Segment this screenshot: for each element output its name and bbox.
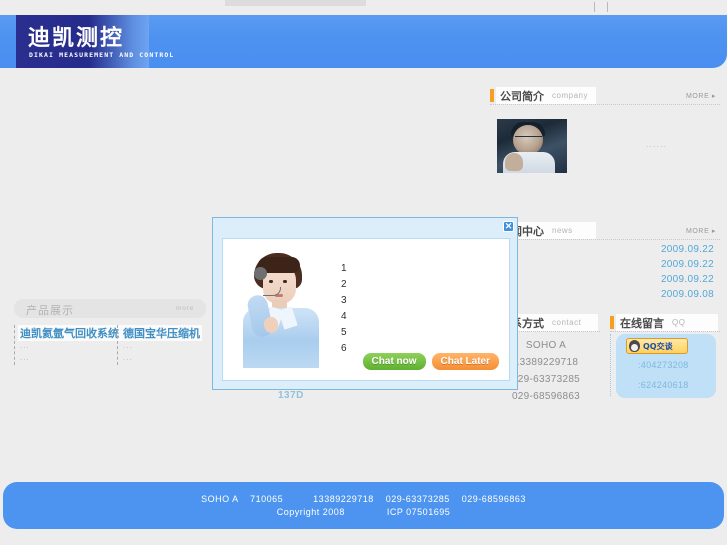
glasses-icon <box>515 136 542 142</box>
agent-eye-left <box>269 280 273 283</box>
product-sub-2: ... <box>123 353 133 362</box>
news-item[interactable]: 2009.09.22 <box>490 243 720 258</box>
chat-invite-dialog: ✕ 1 2 3 4 5 6 Chat now Chat Later <box>212 217 518 390</box>
chat-now-button[interactable]: Chat now <box>362 353 426 370</box>
top-separator-tick-1 <box>594 2 595 12</box>
news-title-en: news <box>552 226 573 235</box>
news-more-link[interactable]: MORE ▸ <box>686 227 716 235</box>
qq-penguin-icon <box>629 340 640 352</box>
footer-copyright-line: Copyright 2008 ICP 07501695 <box>276 507 451 517</box>
product-divider <box>14 325 15 365</box>
company-body-text: ...... <box>646 139 668 149</box>
qq-number-1[interactable]: :404273208 <box>638 360 689 370</box>
section-accent-bar <box>490 89 494 102</box>
product-section-title: 产品展示 <box>26 304 74 317</box>
site-footer: SOHO A 710065 13389229718 029-63373285 0… <box>3 482 724 529</box>
product-more-link[interactable]: more <box>176 305 194 312</box>
section-accent-bar <box>610 316 614 329</box>
qq-chat-button[interactable]: QQ交谈 <box>626 338 688 354</box>
news-item[interactable]: 2009.09.22 <box>490 273 720 288</box>
browser-top-strip <box>0 0 727 15</box>
product-section-header: 产品展示 more <box>14 299 206 318</box>
section-header-company: 公司简介 company MORE ▸ <box>490 87 720 104</box>
product-sub-1: ... <box>20 341 30 350</box>
logo-english-text: DIKAI MEASUREMENT AND CONTROL <box>29 51 175 59</box>
site-header-banner: 迪凯测控 DIKAI MEASUREMENT AND CONTROL <box>0 15 727 68</box>
company-title-en: company <box>552 91 588 100</box>
product-sub-2: ... <box>20 353 30 362</box>
news-list: 2009.09.22 2009.09.22 2009.09.22 2009.09… <box>490 243 720 303</box>
qq-title-en: QQ <box>672 318 686 327</box>
qq-panel: QQ交谈 :404273208 :624240618 <box>616 334 716 398</box>
news-date: 2009.09.22 <box>660 244 714 255</box>
news-date: 2009.09.08 <box>660 289 714 300</box>
qq-divider <box>610 331 720 333</box>
site-logo[interactable]: 迪凯测控 DIKAI MEASUREMENT AND CONTROL <box>16 15 173 68</box>
company-photo <box>497 119 567 173</box>
chat-invite-dialog-body: 1 2 3 4 5 6 Chat now Chat Later <box>222 238 510 381</box>
company-title-cn: 公司简介 <box>500 90 544 103</box>
agent-eye-right <box>283 280 287 283</box>
close-icon[interactable]: ✕ <box>503 221 514 232</box>
company-divider <box>490 104 720 106</box>
chat-invite-list: 1 2 3 4 5 6 <box>341 263 347 354</box>
product-sub-1: ... <box>123 341 133 350</box>
news-divider <box>490 239 720 241</box>
product-name: 迪凯氦氩气回收系统 <box>18 325 121 341</box>
news-item[interactable]: 2009.09.22 <box>490 258 720 273</box>
qq-left-dotted-edge <box>610 334 612 396</box>
company-more-link[interactable]: MORE ▸ <box>686 92 716 100</box>
top-gray-placeholder <box>225 0 366 6</box>
footer-contact-line: SOHO A 710065 13389229718 029-63373285 0… <box>201 494 526 504</box>
logo-chinese-text: 迪凯测控 <box>28 26 125 51</box>
headset-icon <box>254 267 267 280</box>
customer-service-agent-image <box>243 253 319 368</box>
chat-later-button[interactable]: Chat Later <box>431 353 499 370</box>
qq-chat-button-label: QQ交谈 <box>643 341 673 351</box>
contact-phone-2: 029-68596863 <box>511 391 581 402</box>
product-code-label: 137D <box>278 390 304 401</box>
photo-hand <box>505 153 523 171</box>
contact-title-en: contact <box>552 318 582 327</box>
chat-invite-actions: Chat now Chat Later <box>362 353 499 370</box>
qq-title-cn: 在线留言 <box>620 317 664 330</box>
news-date: 2009.09.22 <box>660 274 714 285</box>
news-item[interactable]: 2009.09.08 <box>490 288 720 303</box>
top-separator-tick-2 <box>607 2 608 12</box>
qq-number-2[interactable]: :624240618 <box>638 380 689 390</box>
section-header-news: 新闻中心 news MORE ▸ <box>490 222 720 239</box>
news-date: 2009.09.22 <box>660 259 714 270</box>
product-name: 德国宝华压缩机 <box>121 325 202 341</box>
product-divider <box>117 325 118 365</box>
section-header-qq: 在线留言 QQ <box>610 314 720 331</box>
